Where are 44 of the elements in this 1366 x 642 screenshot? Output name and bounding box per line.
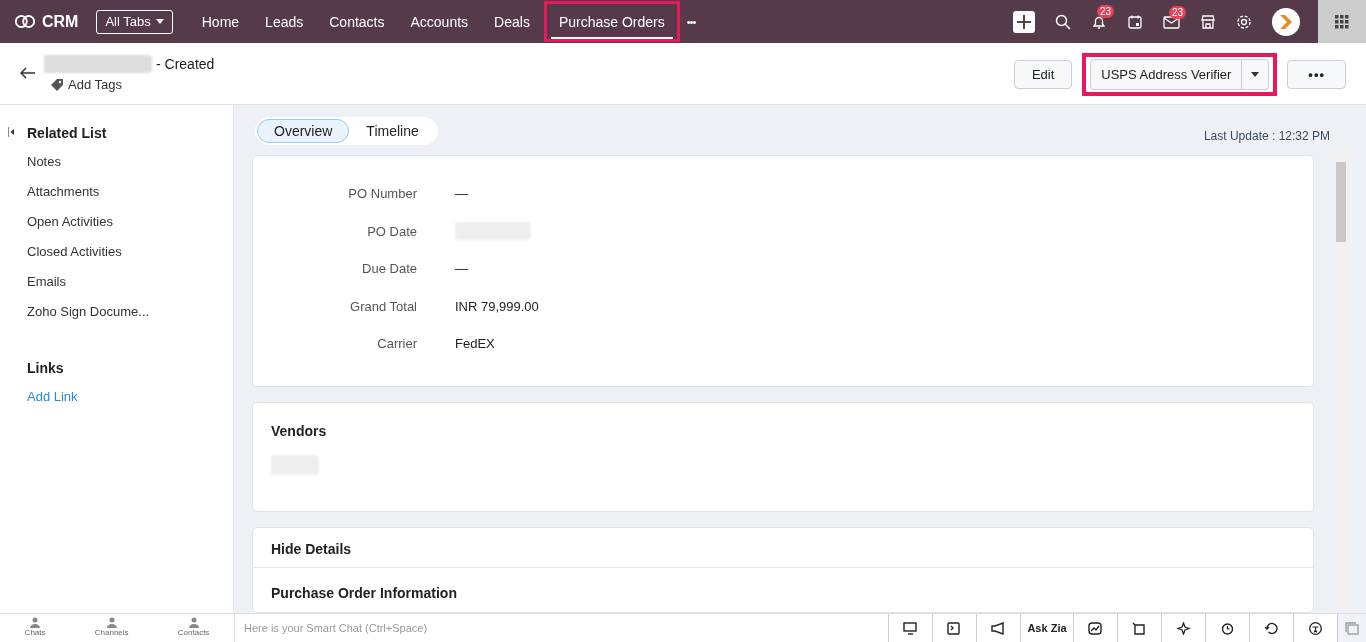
view-tab[interactable]: Timeline [349,119,436,143]
related-list-item[interactable]: Open Activities [27,214,233,229]
nav-tab[interactable]: Contacts [316,0,398,43]
field-label: PO Number [347,186,417,202]
ask-zia-button[interactable]: Ask Zia [1020,614,1073,642]
section-heading: Purchase Order Information [270,584,458,601]
chat-bar-tab[interactable]: Chats [24,614,46,642]
nav-tab[interactable]: Home [188,0,253,43]
more-tabs-button[interactable]: ••• [686,15,696,28]
all-tabs-dropdown[interactable]: All Tabs [96,9,173,34]
field-label: Due Date [361,261,417,277]
mail-count-badge: 23 [1169,5,1187,19]
add-link[interactable]: Add Link [27,389,233,404]
record-title: - Created [156,56,215,72]
edit-button[interactable]: Edit [1013,60,1073,89]
last-update-text: Last Update : 12:32 PM [1203,129,1330,145]
more-actions-button[interactable]: ••• [1287,60,1346,89]
nav-tab[interactable]: Purchase Orders [542,0,681,43]
address-verifier-split-button[interactable]: USPS Address Verifier [1090,59,1270,90]
notification-count-badge: 23 [1097,4,1115,18]
related-list-item[interactable]: Emails [27,274,233,289]
field-value: INR 79,999.00 [455,298,539,314]
vendors-heading: Vendors [271,423,328,439]
related-list-item[interactable]: Zoho Sign Docume... [27,304,233,319]
app-logo-text: CRM [42,12,79,31]
nav-tab[interactable]: Deals [481,0,543,43]
field-label: PO Date [366,223,417,239]
nav-tab[interactable]: Leads [252,0,317,43]
field-value: — [455,186,468,202]
view-tab[interactable]: Overview [257,119,350,143]
related-list-item[interactable]: Attachments [27,184,233,199]
field-value: — [455,261,468,277]
field-label: Grand Total [349,298,417,314]
related-list-heading: Related List [27,125,108,141]
nav-tab[interactable]: Accounts [397,0,482,43]
field-value: FedEX [455,336,495,352]
add-tags-link[interactable]: Add Tags [50,77,215,92]
related-list-item[interactable]: Closed Activities [27,244,233,259]
links-heading: Links [27,360,65,376]
hide-details-toggle[interactable]: Hide Details [253,528,1313,568]
field-label: Carrier [376,336,417,352]
related-list-item[interactable]: Notes [27,154,233,169]
chat-bar-tab[interactable]: Contacts [177,614,210,642]
chat-bar-tab[interactable]: Channels [94,614,129,642]
